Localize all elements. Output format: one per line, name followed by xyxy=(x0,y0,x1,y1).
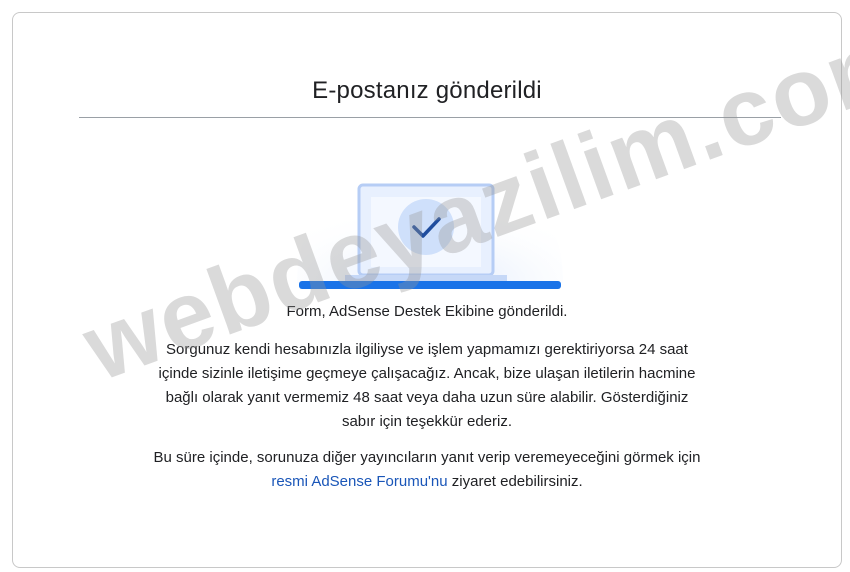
forum-message-after: ziyaret edebilirsiniz. xyxy=(447,473,583,490)
laptop-base xyxy=(299,281,561,289)
dialog-frame: E-postanız gönderildi Form, AdSense Dest… xyxy=(12,12,842,568)
dialog-title: E-postanız gönderildi xyxy=(312,77,542,104)
sent-message: Form, AdSense Destek Ekibine gönderildi. xyxy=(286,303,568,320)
laptop-check-icon xyxy=(297,171,563,289)
forum-message-before: Bu süre içinde, sorunuza diğer yayıncıla… xyxy=(153,449,701,466)
forum-message: Bu süre içinde, sorunuza diğer yayıncıla… xyxy=(153,446,701,494)
title-divider xyxy=(79,117,781,118)
response-time-message: Sorgunuz kendi hesabınızla ilgiliyse ve … xyxy=(158,341,696,430)
check-circle xyxy=(398,199,454,255)
adsense-forum-link[interactable]: resmi AdSense Forumu'nu xyxy=(271,473,447,490)
